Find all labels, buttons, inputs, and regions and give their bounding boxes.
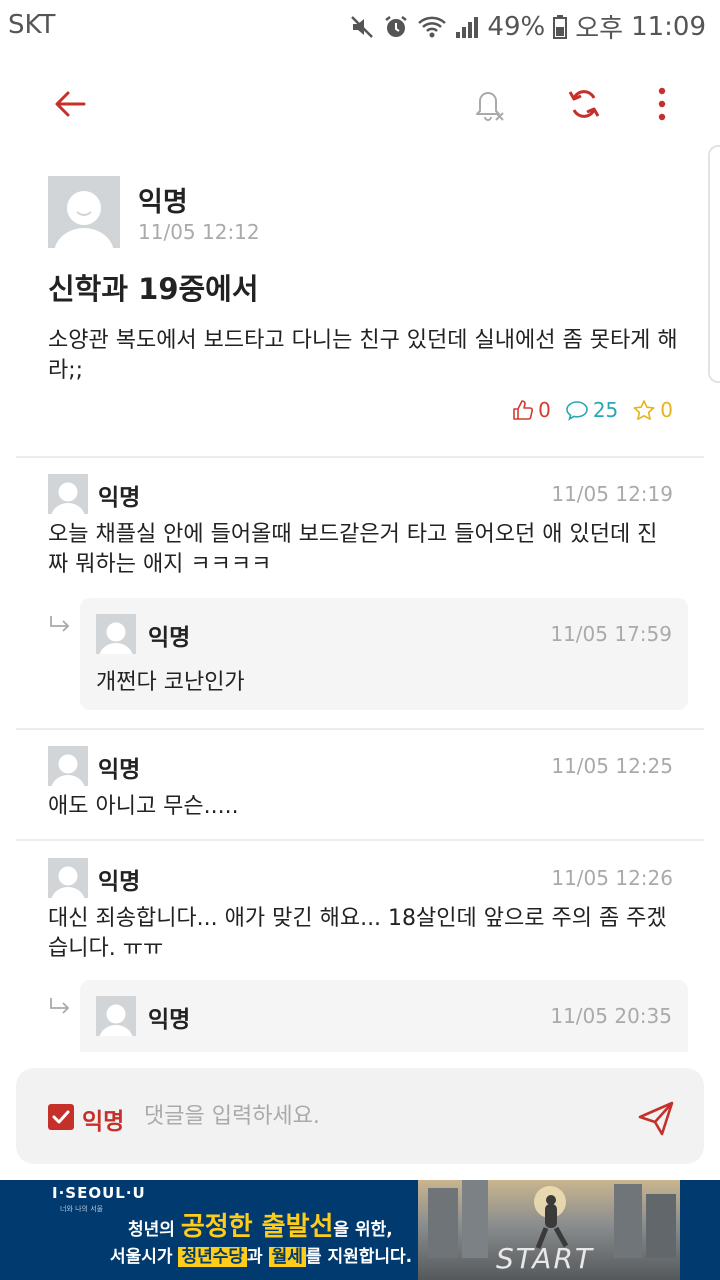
ad-headline: 청년의 공정한 출발선을 위한, (128, 1212, 393, 1242)
carrier-label: SKT (8, 10, 56, 40)
user-placeholder-icon (51, 482, 85, 514)
ad-brand: I·SEOUL·U (52, 1184, 146, 1202)
signal-icon (456, 16, 479, 38)
back-arrow-icon (55, 91, 86, 117)
comment-divider (16, 839, 704, 841)
more-options-button[interactable] (634, 76, 690, 132)
alarm-icon (385, 15, 408, 37)
comment-author: 익명 (98, 757, 141, 783)
comment-author: 익명 (98, 485, 141, 511)
comment-count-value: 25 (592, 398, 619, 422)
clock-label: 11:09 (631, 11, 706, 42)
post-title: 신학과 19중에서 (48, 272, 259, 306)
scrap-count-value: 0 (660, 398, 673, 422)
comment-input[interactable] (144, 1096, 614, 1136)
reply-time: 11/05 20:35 (550, 1004, 672, 1028)
thumb-up-icon (513, 400, 534, 420)
ad-banner[interactable]: I·SEOUL·U 너와 나의 서울 청년의 공정한 출발선을 위한, 서울시가… (0, 1180, 720, 1280)
anonymous-label[interactable]: 익명 (82, 1102, 124, 1136)
comment-composer: 익명 (16, 1068, 704, 1164)
comment-time: 11/05 12:25 (551, 754, 673, 778)
user-placeholder-icon (99, 1004, 133, 1036)
user-placeholder-icon (54, 191, 114, 248)
notification-toggle-button[interactable] (460, 76, 516, 132)
ad-right-edge (680, 1180, 720, 1280)
reply-item[interactable]: 익명 11/05 20:35 (80, 980, 688, 1052)
status-bar: SKT 49% 오후 11:09 (0, 0, 720, 50)
comment-text: 대신 죄송합니다... 애가 맞긴 해요... 18살인데 앞으로 주의 좀 주… (48, 906, 667, 961)
comment-list[interactable]: 익명 11/05 12:19 오늘 채플실 안에 들어올때 보드같은거 타고 들… (0, 458, 720, 1052)
comment-count[interactable]: 25 (565, 398, 618, 422)
anonymous-checkbox[interactable] (48, 1104, 74, 1130)
comment-time: 11/05 12:26 (551, 866, 673, 890)
checkbox-icon (52, 1110, 70, 1124)
comment-bubble-icon (566, 401, 588, 421)
comment-avatar (48, 858, 88, 898)
ad-subline: 서울시가 청년수당 과 월세 를 지원합니다. (110, 1247, 413, 1267)
like-count-value: 0 (538, 398, 551, 422)
refresh-icon (568, 90, 600, 118)
post-avatar (48, 176, 120, 248)
back-button[interactable] (42, 76, 98, 132)
comment-avatar (48, 746, 88, 786)
comment-text: 오늘 채플실 안에 들어올때 보드같은거 타고 들어오던 애 있던데 진짜 뭐하… (48, 522, 658, 577)
battery-percent: 49% (487, 11, 546, 42)
comment-divider (16, 728, 704, 730)
post-stats: 0 25 0 (512, 398, 673, 422)
ad-photo-text: START (496, 1242, 595, 1275)
reply-avatar (96, 996, 136, 1036)
reply-author: 익명 (148, 625, 191, 651)
post-author: 익명 (138, 187, 188, 218)
comment-time: 11/05 12:19 (551, 482, 673, 506)
post-time: 11/05 12:12 (138, 220, 260, 244)
send-button[interactable] (634, 1096, 678, 1140)
user-placeholder-icon (51, 866, 85, 898)
comment-author: 익명 (98, 869, 141, 895)
reply-text: 개쩐다 코난인가 (96, 670, 245, 695)
wifi-icon (418, 16, 447, 37)
mute-icon (351, 15, 374, 38)
comment-text: 애도 아니고 무슨..... (48, 794, 239, 819)
ad-photo: START (418, 1180, 680, 1280)
top-toolbar (0, 62, 720, 146)
reply-avatar (96, 614, 136, 654)
refresh-button[interactable] (556, 76, 612, 132)
reply-item[interactable]: 익명 11/05 17:59 개쩐다 코난인가 (80, 598, 688, 710)
more-vert-icon (658, 87, 666, 121)
reply-arrow-icon (50, 616, 70, 632)
status-icons: 49% 오후 11:09 (349, 8, 706, 45)
reply-arrow-icon (50, 998, 70, 1014)
battery-icon (553, 14, 568, 39)
notification-off-icon (476, 92, 504, 121)
ampm-label: 오후 (575, 14, 624, 44)
user-placeholder-icon (51, 754, 85, 786)
send-icon (638, 1101, 674, 1136)
ad-brand-sub: 너와 나의 서울 (60, 1205, 104, 1213)
ad-text-area: I·SEOUL·U 너와 나의 서울 청년의 공정한 출발선을 위한, 서울시가… (0, 1180, 420, 1280)
star-icon (633, 400, 655, 420)
like-count[interactable]: 0 (512, 398, 551, 422)
post-body: 소양관 복도에서 보드타고 다니는 친구 있던데 실내에선 좀 못타게 해라;; (48, 328, 678, 383)
reply-time: 11/05 17:59 (550, 622, 672, 646)
comment-avatar (48, 474, 88, 514)
scroll-handle[interactable] (708, 145, 720, 383)
reply-author: 익명 (148, 1007, 191, 1033)
scrap-count[interactable]: 0 (632, 398, 673, 422)
user-placeholder-icon (99, 622, 133, 654)
